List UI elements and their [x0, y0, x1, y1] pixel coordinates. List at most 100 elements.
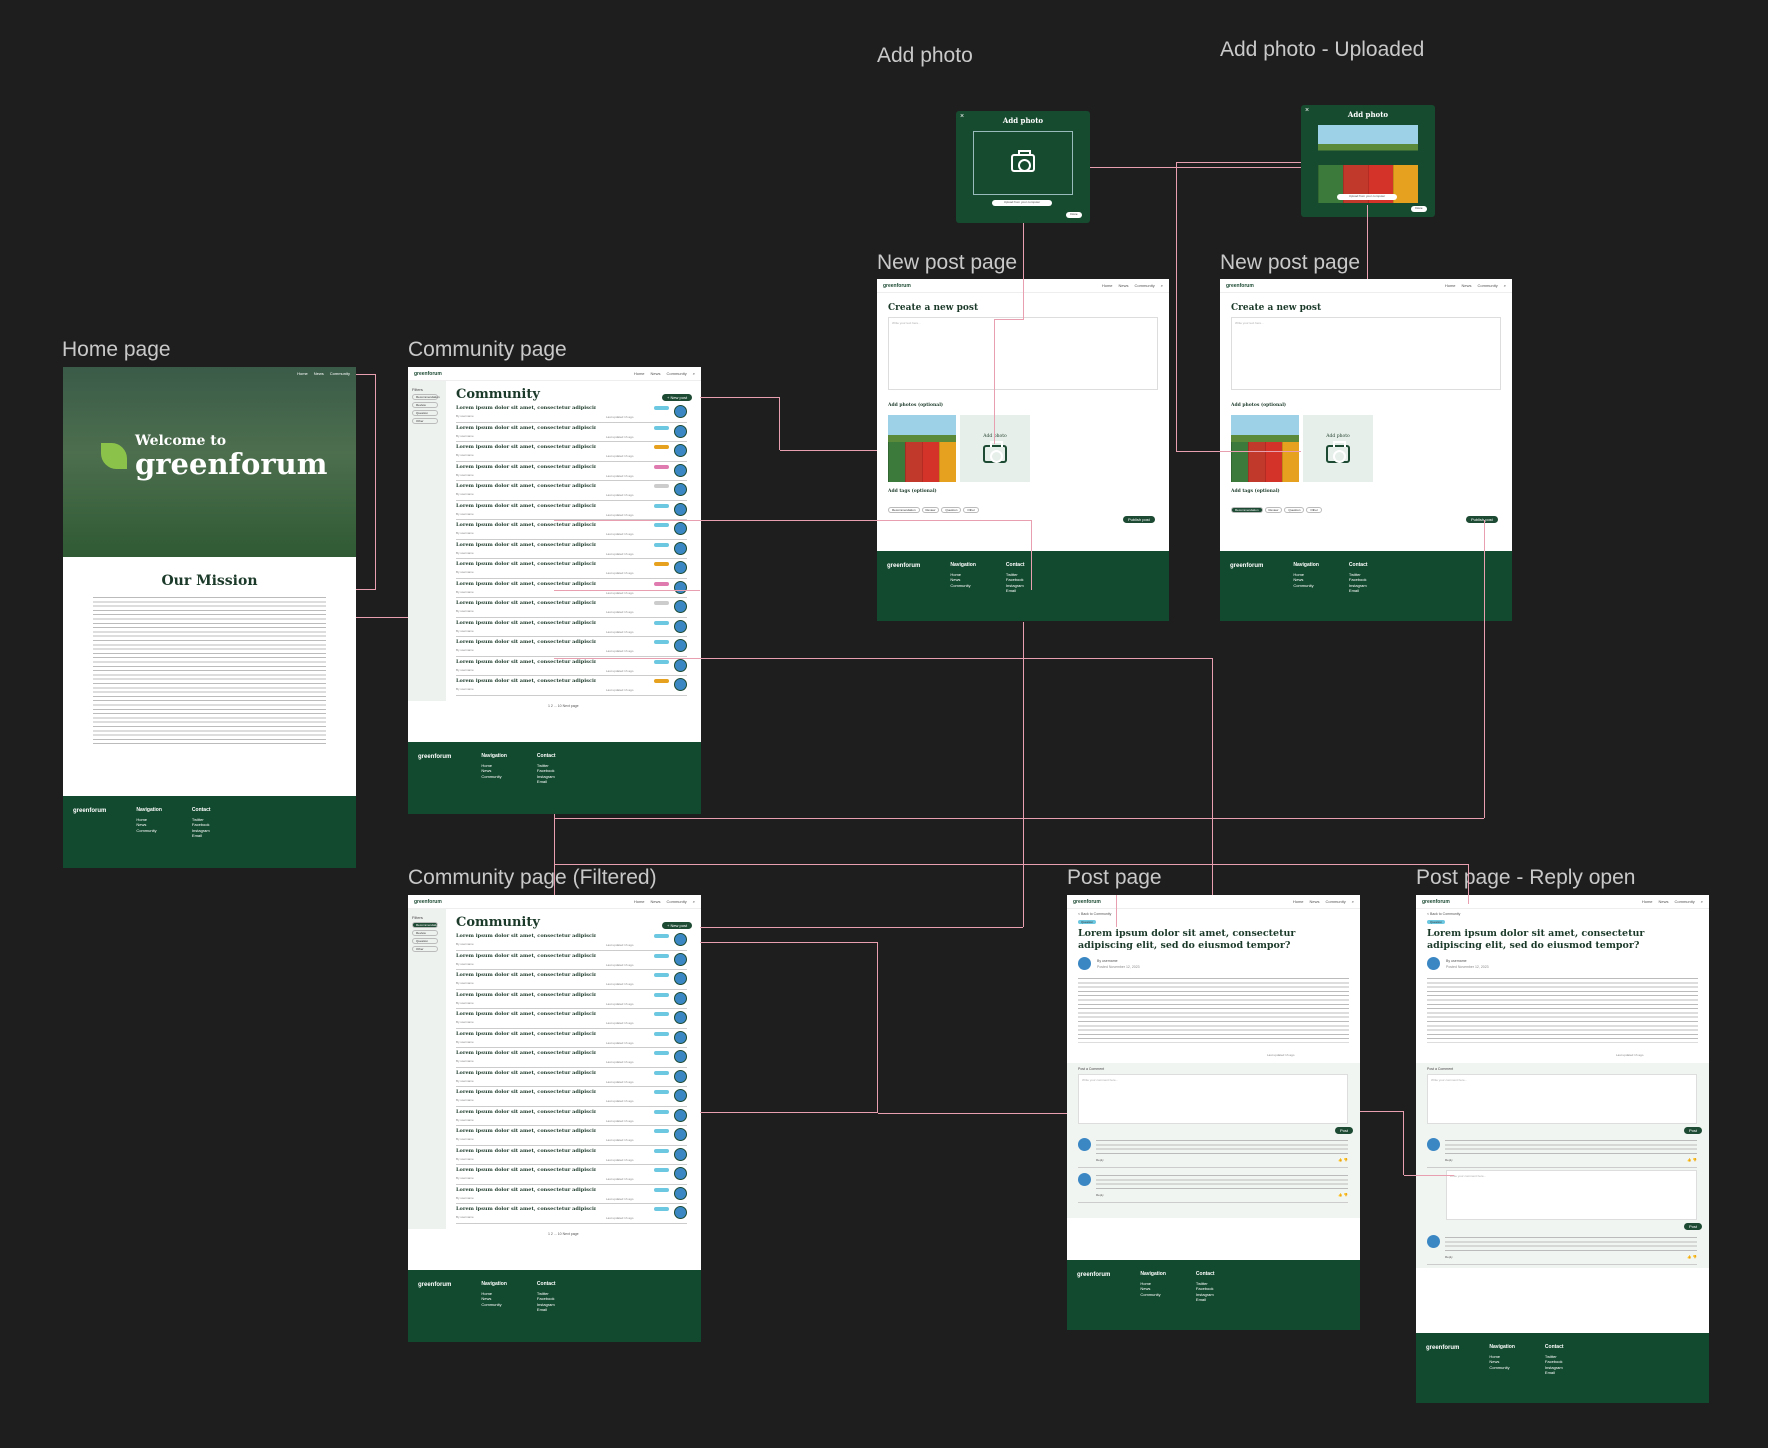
nav-community[interactable]: Community [330, 371, 350, 376]
post-title[interactable]: Lorem ipsum dolor sit amet, consectetur … [456, 620, 596, 626]
top-nav[interactable]: greenforum Home News Community ⌕ [408, 367, 701, 381]
post-title[interactable]: Lorem ipsum dolor sit amet, consectetur … [456, 1109, 596, 1115]
search-icon[interactable]: ⌕ [693, 899, 695, 904]
nav-links[interactable]: Home News Community ⌕ [634, 371, 695, 376]
nav-link[interactable]: Community [1135, 283, 1155, 288]
post-row[interactable]: Lorem ipsum dolor sit amet, consectetur … [456, 1009, 687, 1029]
post-title[interactable]: Lorem ipsum dolor sit amet, consectetur … [456, 1070, 596, 1076]
nav-link[interactable]: Home [1293, 899, 1304, 904]
nav-link[interactable]: Home [1642, 899, 1653, 904]
reply-link[interactable]: Reply [1445, 1158, 1453, 1162]
post-row[interactable]: Lorem ipsum dolor sit amet, consectetur … [456, 657, 687, 676]
upload-button[interactable]: Upload from your computer [1337, 194, 1397, 200]
tag-chip[interactable]: Other [1306, 507, 1322, 513]
tag-chip[interactable]: Question [1284, 507, 1305, 513]
post-comment-button[interactable]: Post [1335, 1127, 1354, 1134]
post-row[interactable]: Lorem ipsum dolor sit amet, consectetur … [456, 618, 687, 637]
new-post-button[interactable]: + New post [662, 922, 693, 929]
footer-link[interactable]: Facebook [1545, 1359, 1564, 1365]
footer-link[interactable]: Facebook [1196, 1286, 1215, 1292]
post-title[interactable]: Lorem ipsum dolor sit amet, consectetur … [456, 1128, 596, 1134]
filter-chip[interactable]: Recommendation [412, 394, 440, 400]
post-title[interactable]: Lorem ipsum dolor sit amet, consectetur … [456, 972, 596, 978]
post-row[interactable]: Lorem ipsum dolor sit amet, consectetur … [456, 403, 687, 423]
filter-chip[interactable]: Question [412, 938, 438, 944]
post-row[interactable]: Lorem ipsum dolor sit amet, consectetur … [456, 970, 687, 990]
like-dislike-icons[interactable]: 👍 👎 [1338, 1193, 1348, 1197]
post-row[interactable]: Lorem ipsum dolor sit amet, consectetur … [456, 1068, 687, 1087]
post-row[interactable]: Lorem ipsum dolor sit amet, consectetur … [456, 676, 687, 696]
filter-chip[interactable]: Recommendation [412, 922, 440, 928]
nav-links[interactable]: Home News Community ⌕ [634, 899, 695, 904]
post-row[interactable]: Lorem ipsum dolor sit amet, consectetur … [456, 481, 687, 501]
nav-home[interactable]: Home [297, 371, 308, 376]
footer-link[interactable]: Facebook [1349, 577, 1368, 583]
post-title[interactable]: Lorem ipsum dolor sit amet, consectetur … [456, 425, 596, 431]
pagination[interactable]: 1 2 ... 10 Next page [548, 704, 579, 708]
reply-post-button[interactable]: Post [1684, 1223, 1703, 1230]
footer-link[interactable]: Email [1545, 1370, 1564, 1376]
top-nav[interactable]: greenforum Home News Community ⌕ [1067, 895, 1360, 909]
comment-textarea[interactable]: Write your comment here... [1427, 1074, 1697, 1124]
search-icon[interactable]: ⌕ [1701, 899, 1703, 904]
nav-news[interactable]: News [314, 371, 324, 376]
post-title[interactable]: Lorem ipsum dolor sit amet, consectetur … [456, 444, 596, 450]
like-dislike-icons[interactable]: 👍 👎 [1338, 1158, 1348, 1162]
nav-link[interactable]: Community [1675, 899, 1695, 904]
post-title[interactable]: Lorem ipsum dolor sit amet, consectetur … [456, 1206, 596, 1212]
post-row[interactable]: Lorem ipsum dolor sit amet, consectetur … [456, 462, 687, 481]
publish-post-button[interactable]: Publish post [1123, 516, 1155, 523]
comment-textarea[interactable]: Write your comment here... [1078, 1074, 1348, 1124]
footer-link[interactable]: Facebook [537, 1296, 556, 1302]
back-link[interactable]: < Back to Community [1427, 912, 1460, 916]
post-row[interactable]: Lorem ipsum dolor sit amet, consectetur … [456, 1029, 687, 1048]
nav-link[interactable]: News [1462, 283, 1472, 288]
nav-link[interactable]: News [1119, 283, 1129, 288]
search-icon[interactable]: ⌕ [1504, 283, 1506, 288]
nav-link[interactable]: Home [634, 371, 645, 376]
post-row[interactable]: Lorem ipsum dolor sit amet, consectetur … [456, 501, 687, 520]
post-row[interactable]: Lorem ipsum dolor sit amet, consectetur … [456, 951, 687, 970]
nav-links[interactable]: Home News Community ⌕ [1102, 283, 1163, 288]
top-nav[interactable]: greenforum Home News Community ⌕ [1416, 895, 1709, 909]
reply-link[interactable]: Reply [1096, 1158, 1104, 1162]
search-icon[interactable]: ⌕ [1161, 283, 1163, 288]
nav-logo[interactable]: greenforum [414, 371, 442, 377]
post-row[interactable]: Lorem ipsum dolor sit amet, consectetur … [456, 1185, 687, 1204]
nav-link[interactable]: Community [667, 899, 687, 904]
post-title[interactable]: Lorem ipsum dolor sit amet, consectetur … [456, 483, 596, 489]
done-button[interactable]: Done [1066, 212, 1082, 218]
like-dislike-icons[interactable]: 👍 👎 [1687, 1158, 1697, 1162]
nav-link[interactable]: Home [634, 899, 645, 904]
pagination[interactable]: 1 2 ... 10 Next page [548, 1232, 579, 1236]
footer-link[interactable]: Community [1489, 1365, 1515, 1371]
post-row[interactable]: Lorem ipsum dolor sit amet, consectetur … [456, 637, 687, 657]
filter-chip[interactable]: Other [412, 418, 438, 424]
post-row[interactable]: Lorem ipsum dolor sit amet, consectetur … [456, 1087, 687, 1107]
new-post-button[interactable]: + New post [662, 394, 693, 401]
footer-link[interactable]: Community [1293, 583, 1319, 589]
post-title[interactable]: Lorem ipsum dolor sit amet, consectetur … [456, 503, 596, 509]
add-photo-modal[interactable]: × Add photo Upload from your computer Do… [956, 111, 1090, 223]
filter-sidebar[interactable]: Filters Recommendation Review Question Other [408, 909, 446, 1229]
post-title[interactable]: Lorem ipsum dolor sit amet, consectetur … [456, 405, 596, 411]
upload-button[interactable]: Upload from your computer [992, 200, 1052, 206]
nav-link[interactable]: Home [1102, 283, 1113, 288]
nav-link[interactable]: News [651, 899, 661, 904]
nav-logo[interactable]: greenforum [1422, 899, 1450, 905]
post-row[interactable]: Lorem ipsum dolor sit amet, consectetur … [456, 423, 687, 442]
post-row[interactable]: Lorem ipsum dolor sit amet, consectetur … [456, 1165, 687, 1185]
tag-chip[interactable]: Review [1264, 507, 1283, 513]
post-title[interactable]: Lorem ipsum dolor sit amet, consectetur … [456, 659, 596, 665]
post-row[interactable]: Lorem ipsum dolor sit amet, consectetur … [456, 598, 687, 618]
done-button[interactable]: Done [1411, 206, 1427, 212]
tag-chip[interactable]: Recommendation [1231, 507, 1263, 513]
post-row[interactable]: Lorem ipsum dolor sit amet, consectetur … [456, 1204, 687, 1224]
post-row[interactable]: Lorem ipsum dolor sit amet, consectetur … [456, 931, 687, 951]
nav-link[interactable]: News [651, 371, 661, 376]
post-title[interactable]: Lorem ipsum dolor sit amet, consectetur … [456, 639, 596, 645]
post-title[interactable]: Lorem ipsum dolor sit amet, consectetur … [456, 464, 596, 470]
footer-link[interactable]: Community [136, 828, 162, 834]
nav-link[interactable]: News [1310, 899, 1320, 904]
post-comment-button[interactable]: Post [1684, 1127, 1703, 1134]
